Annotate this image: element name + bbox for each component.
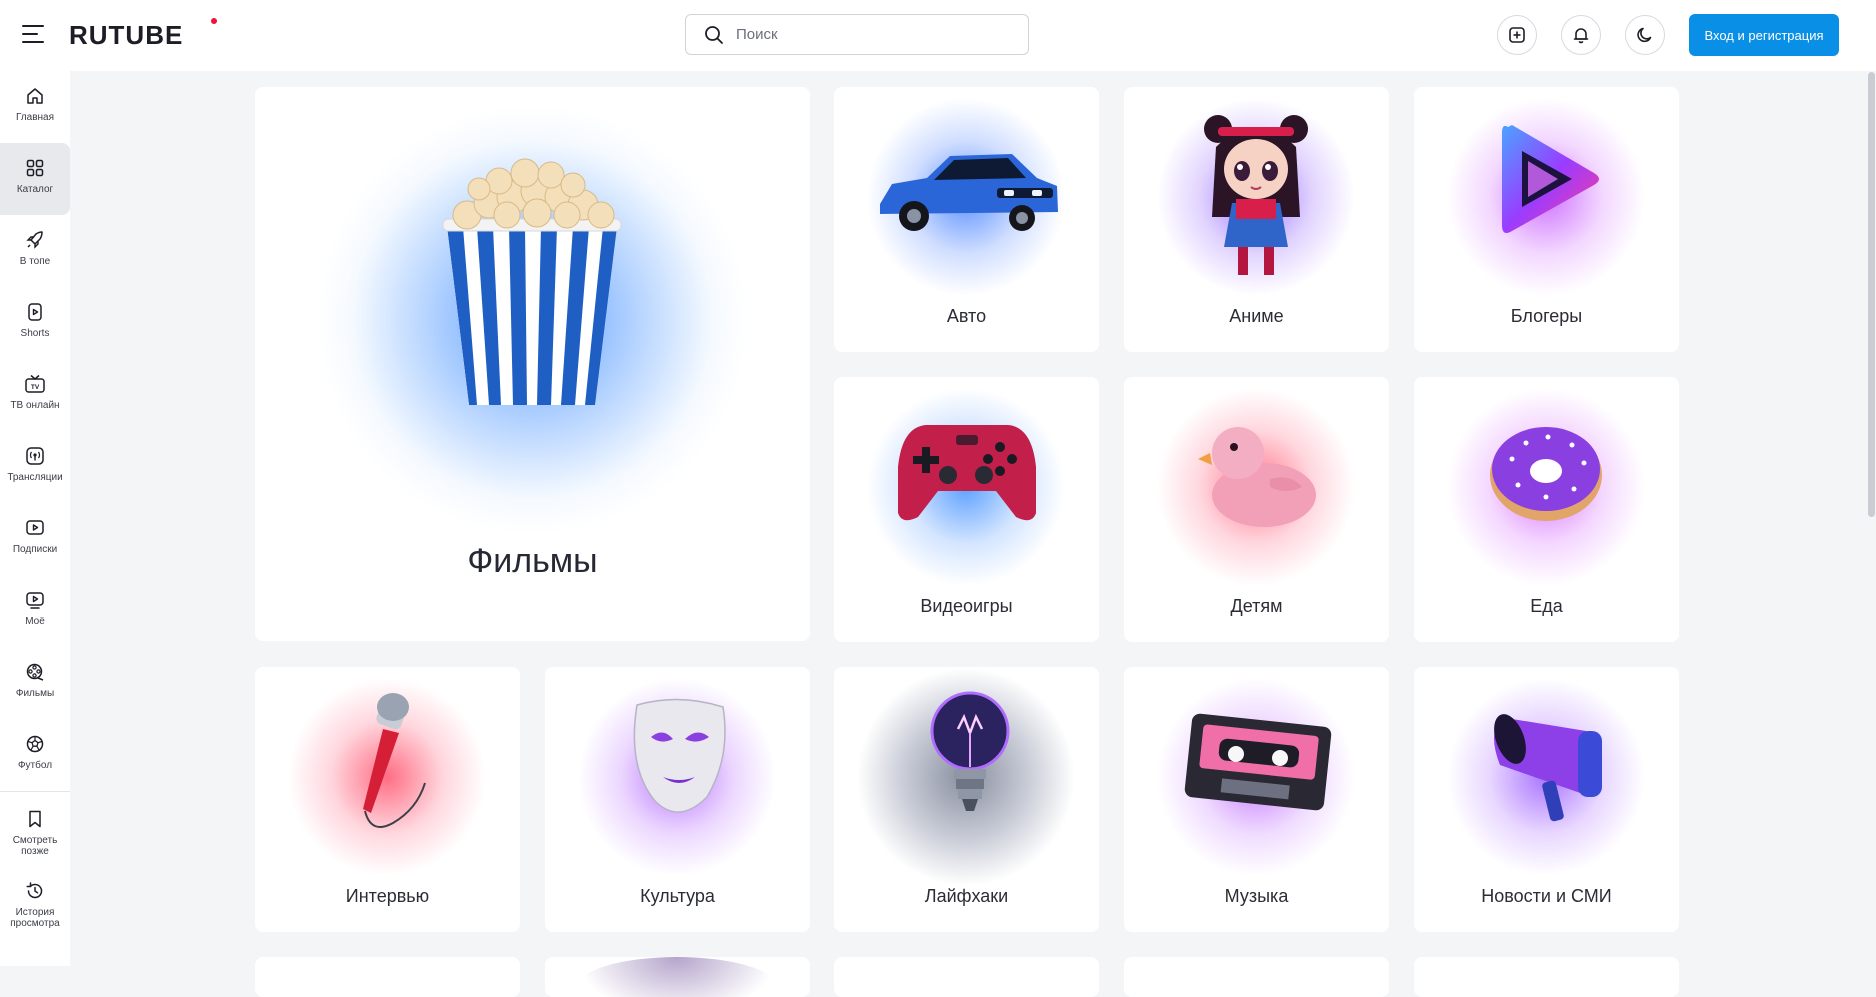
category-label: Блогеры xyxy=(1510,306,1583,326)
grid-icon xyxy=(26,159,44,177)
category-card-partial[interactable] xyxy=(1124,957,1389,997)
category-card-culture[interactable]: Культура xyxy=(545,667,810,932)
sidebar-item-label: Shorts xyxy=(20,328,50,339)
category-card-music[interactable]: Музыка xyxy=(1124,667,1389,932)
sidebar-item-label: История просмотра xyxy=(10,907,60,929)
light-bulb-icon xyxy=(930,691,1010,811)
top-header: RUTUBE Вход и регистрация xyxy=(0,0,1876,71)
film-reel-icon xyxy=(26,663,44,681)
category-card-anime[interactable]: Аниме xyxy=(1124,87,1389,352)
megaphone-icon xyxy=(1494,714,1602,822)
sidebar-item-tv-online[interactable]: TV ТВ онлайн xyxy=(0,359,70,431)
sidebar-item-label: Моё xyxy=(25,616,45,627)
search-box[interactable] xyxy=(685,14,1029,55)
search-icon xyxy=(705,25,723,44)
car-icon xyxy=(880,154,1058,231)
microphone-icon xyxy=(363,693,426,828)
rocket-icon xyxy=(26,231,43,249)
category-card-bloggers[interactable]: Блогеры xyxy=(1414,87,1679,352)
category-card-partial[interactable] xyxy=(545,957,810,997)
svg-text:TV: TV xyxy=(31,384,40,391)
category-card-videogames[interactable]: Видеоигры xyxy=(834,377,1099,642)
category-label: Авто xyxy=(946,306,987,326)
sidebar-item-history[interactable]: История просмотра xyxy=(0,866,70,938)
category-card-lifehacks[interactable]: Лайфхаки xyxy=(834,667,1099,932)
cassette-icon xyxy=(1184,713,1332,811)
sidebar-item-top[interactable]: В топе xyxy=(0,215,70,287)
sidebar-item-watch-later[interactable]: Смотреть позже xyxy=(0,794,70,866)
sidebar-item-my[interactable]: Моё xyxy=(0,575,70,647)
search-input[interactable] xyxy=(736,26,1016,43)
menu-icon[interactable] xyxy=(22,25,44,43)
sidebar-item-label: Каталог xyxy=(16,184,54,195)
sidebar-item-films[interactable]: Фильмы xyxy=(0,647,70,719)
category-card-food[interactable]: Еда xyxy=(1414,377,1679,642)
sidebar-item-label: Смотреть позже xyxy=(12,835,58,857)
football-icon xyxy=(26,735,44,753)
sidebar-item-label: В топе xyxy=(19,256,51,267)
sidebar-item-broadcasts[interactable]: Трансляции xyxy=(0,431,70,503)
sidebar: Главная Каталог В топе Shorts TV ТВ онла… xyxy=(0,71,70,966)
popcorn-icon xyxy=(442,158,622,405)
bookmark-icon xyxy=(29,810,41,828)
category-card-kids[interactable]: Детям xyxy=(1124,377,1389,642)
home-icon xyxy=(27,88,43,104)
category-card-auto[interactable]: Авто xyxy=(834,87,1099,352)
sidebar-item-label: ТВ онлайн xyxy=(10,400,60,411)
category-label: Культура xyxy=(640,886,715,906)
rubber-duck-icon xyxy=(1198,427,1316,527)
sidebar-divider xyxy=(0,791,70,792)
theatre-mask-icon xyxy=(633,698,726,813)
sidebar-item-label: Главная xyxy=(15,112,55,123)
category-card-partial[interactable] xyxy=(834,957,1099,997)
theme-toggle-button[interactable] xyxy=(1625,15,1665,55)
upload-button[interactable] xyxy=(1497,15,1537,55)
my-icon xyxy=(26,592,44,609)
plus-square-icon xyxy=(1509,27,1525,43)
play-triangle-icon xyxy=(1502,125,1599,233)
anime-girl-icon xyxy=(1204,115,1308,275)
category-label: Новости и СМИ xyxy=(1481,886,1612,906)
category-label: Музыка xyxy=(1224,886,1289,906)
glow xyxy=(577,957,777,997)
notifications-button[interactable] xyxy=(1561,15,1601,55)
category-label: Еда xyxy=(1530,596,1563,616)
sidebar-item-shorts[interactable]: Shorts xyxy=(0,287,70,359)
sidebar-item-subscriptions[interactable]: Подписки xyxy=(0,503,70,575)
donut-icon xyxy=(1490,427,1602,521)
sidebar-item-label: Подписки xyxy=(12,544,58,555)
login-button[interactable]: Вход и регистрация xyxy=(1689,14,1839,56)
category-label: Видеоигры xyxy=(920,596,1013,616)
category-label: Лайфхаки xyxy=(924,886,1009,906)
sidebar-item-label: Фильмы xyxy=(15,688,55,699)
bell-icon xyxy=(1573,28,1589,44)
category-label: Детям xyxy=(1230,596,1283,616)
logo-dot xyxy=(211,18,217,24)
history-icon xyxy=(26,882,43,899)
logo[interactable]: RUTUBE xyxy=(69,20,183,51)
category-card-partial[interactable] xyxy=(1414,957,1679,997)
category-card-partial[interactable] xyxy=(255,957,520,997)
sidebar-item-label: Трансляции xyxy=(7,472,63,483)
moon-icon xyxy=(1637,27,1652,43)
category-label: Аниме xyxy=(1229,306,1284,326)
category-card-news[interactable]: Новости и СМИ xyxy=(1414,667,1679,932)
sidebar-item-label: Футбол xyxy=(17,760,53,771)
sidebar-item-catalog[interactable]: Каталог xyxy=(0,143,70,215)
scrollbar-thumb[interactable] xyxy=(1868,72,1875,517)
gamepad-icon xyxy=(898,425,1036,521)
category-card-interview[interactable]: Интервью xyxy=(255,667,520,932)
subscriptions-icon xyxy=(26,520,44,535)
category-label: Фильмы xyxy=(467,542,598,580)
category-label: Интервью xyxy=(345,886,430,906)
broadcast-icon xyxy=(26,447,44,465)
shorts-icon xyxy=(28,303,42,321)
category-card-films[interactable]: Фильмы xyxy=(255,87,810,641)
tv-icon: TV xyxy=(25,374,45,393)
sidebar-item-football[interactable]: Футбол xyxy=(0,719,70,791)
sidebar-item-home[interactable]: Главная xyxy=(0,71,70,143)
